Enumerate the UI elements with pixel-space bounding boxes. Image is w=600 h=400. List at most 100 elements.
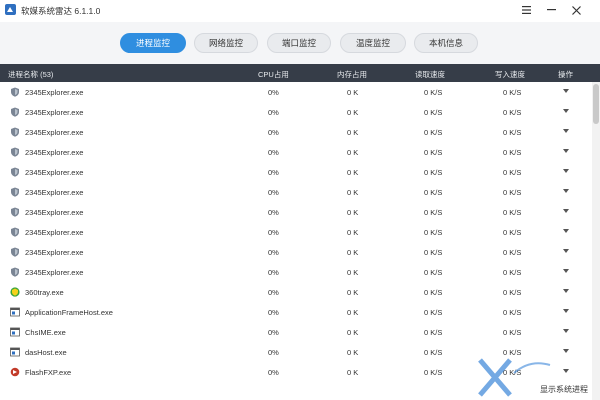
- vertical-scrollbar[interactable]: [592, 82, 600, 400]
- cpu-value: 0%: [268, 268, 279, 277]
- memory-value: 0 K: [347, 368, 359, 377]
- table-row[interactable]: 2345Explorer.exe 0% 0 K 0 K/S 0 K/S: [0, 122, 600, 142]
- memory-value: 0 K: [347, 128, 359, 137]
- row-action-dropdown-icon[interactable]: [563, 329, 569, 333]
- read-speed-value: 0 K/S: [424, 228, 443, 237]
- table-row[interactable]: 2345Explorer.exe 0% 0 K 0 K/S 0 K/S: [0, 182, 600, 202]
- cpu-value: 0%: [268, 348, 279, 357]
- memory-value: 0 K: [347, 328, 359, 337]
- table-row[interactable]: 2345Explorer.exe 0% 0 K 0 K/S 0 K/S: [0, 82, 600, 102]
- read-speed-value: 0 K/S: [424, 108, 443, 117]
- cpu-value: 0%: [268, 188, 279, 197]
- process-name: 2345Explorer.exe: [25, 248, 84, 257]
- minimize-icon[interactable]: [545, 4, 557, 16]
- cpu-value: 0%: [268, 88, 279, 97]
- cpu-value: 0%: [268, 328, 279, 337]
- shield-process-icon: [11, 207, 19, 217]
- tab-system-info[interactable]: 本机信息: [414, 33, 478, 53]
- table-row[interactable]: 2345Explorer.exe 0% 0 K 0 K/S 0 K/S: [0, 202, 600, 222]
- write-speed-value: 0 K/S: [503, 228, 522, 237]
- tab-port-monitor[interactable]: 端口监控: [267, 33, 331, 53]
- process-list: 2345Explorer.exe 0% 0 K 0 K/S 0 K/S 2345…: [0, 82, 600, 400]
- memory-value: 0 K: [347, 88, 359, 97]
- tab-network-monitor[interactable]: 网络监控: [194, 33, 258, 53]
- process-name: 2345Explorer.exe: [25, 228, 84, 237]
- table-row[interactable]: 360tray.exe 0% 0 K 0 K/S 0 K/S: [0, 282, 600, 302]
- app-window-icon: [10, 307, 20, 317]
- scrollbar-thumb[interactable]: [593, 84, 599, 124]
- table-row[interactable]: 2345Explorer.exe 0% 0 K 0 K/S 0 K/S: [0, 222, 600, 242]
- process-name: ChsIME.exe: [25, 328, 66, 337]
- write-speed-value: 0 K/S: [503, 128, 522, 137]
- cpu-value: 0%: [268, 208, 279, 217]
- row-action-dropdown-icon[interactable]: [563, 349, 569, 353]
- row-action-dropdown-icon[interactable]: [563, 249, 569, 253]
- close-icon[interactable]: [570, 4, 582, 16]
- table-row[interactable]: 2345Explorer.exe 0% 0 K 0 K/S 0 K/S: [0, 142, 600, 162]
- memory-value: 0 K: [347, 288, 359, 297]
- cpu-value: 0%: [268, 308, 279, 317]
- header-cpu[interactable]: CPU占用: [258, 69, 289, 80]
- memory-value: 0 K: [347, 148, 359, 157]
- process-name: 2345Explorer.exe: [25, 108, 84, 117]
- tab-temperature-monitor[interactable]: 温度监控: [340, 33, 406, 53]
- cpu-value: 0%: [268, 128, 279, 137]
- table-row[interactable]: 2345Explorer.exe 0% 0 K 0 K/S 0 K/S: [0, 242, 600, 262]
- tab-bar: 进程监控 网络监控 端口监控 温度监控 本机信息: [0, 22, 600, 64]
- write-speed-value: 0 K/S: [503, 288, 522, 297]
- row-action-dropdown-icon[interactable]: [563, 289, 569, 293]
- write-speed-value: 0 K/S: [503, 168, 522, 177]
- memory-value: 0 K: [347, 248, 359, 257]
- row-action-dropdown-icon[interactable]: [563, 109, 569, 113]
- read-speed-value: 0 K/S: [424, 288, 443, 297]
- table-row[interactable]: 2345Explorer.exe 0% 0 K 0 K/S 0 K/S: [0, 262, 600, 282]
- cpu-value: 0%: [268, 288, 279, 297]
- read-speed-value: 0 K/S: [424, 328, 443, 337]
- write-speed-value: 0 K/S: [503, 188, 522, 197]
- process-name: 2345Explorer.exe: [25, 128, 84, 137]
- read-speed-value: 0 K/S: [424, 88, 443, 97]
- row-action-dropdown-icon[interactable]: [563, 309, 569, 313]
- cpu-value: 0%: [268, 368, 279, 377]
- shield-process-icon: [11, 167, 19, 177]
- read-speed-value: 0 K/S: [424, 268, 443, 277]
- process-name: 2345Explorer.exe: [25, 188, 84, 197]
- write-speed-value: 0 K/S: [503, 88, 522, 97]
- table-row[interactable]: 2345Explorer.exe 0% 0 K 0 K/S 0 K/S: [0, 102, 600, 122]
- memory-value: 0 K: [347, 208, 359, 217]
- app-title: 软媒系统雷达 6.1.1.0: [21, 6, 101, 16]
- shield-process-icon: [11, 227, 19, 237]
- cpu-value: 0%: [268, 148, 279, 157]
- memory-value: 0 K: [347, 168, 359, 177]
- header-read-speed[interactable]: 读取速度: [415, 69, 445, 80]
- shield-process-icon: [11, 187, 19, 197]
- memory-value: 0 K: [347, 108, 359, 117]
- row-action-dropdown-icon[interactable]: [563, 229, 569, 233]
- table-row[interactable]: 2345Explorer.exe 0% 0 K 0 K/S 0 K/S: [0, 162, 600, 182]
- menu-icon[interactable]: [520, 4, 532, 16]
- header-process-name[interactable]: 进程名称 (53): [8, 69, 53, 80]
- title-bar: 软媒系统雷达 6.1.1.0: [0, 0, 600, 22]
- process-name: dasHost.exe: [25, 348, 67, 357]
- header-write-speed[interactable]: 写入速度: [495, 69, 525, 80]
- table-row[interactable]: ChsIME.exe 0% 0 K 0 K/S 0 K/S: [0, 322, 600, 342]
- show-system-process-link[interactable]: 显示系统进程: [540, 384, 588, 395]
- read-speed-value: 0 K/S: [424, 348, 443, 357]
- radar-app-icon: [5, 4, 16, 15]
- process-name: 2345Explorer.exe: [25, 168, 84, 177]
- memory-value: 0 K: [347, 268, 359, 277]
- row-action-dropdown-icon[interactable]: [563, 149, 569, 153]
- row-action-dropdown-icon[interactable]: [563, 269, 569, 273]
- row-action-dropdown-icon[interactable]: [563, 209, 569, 213]
- row-action-dropdown-icon[interactable]: [563, 169, 569, 173]
- row-action-dropdown-icon[interactable]: [563, 89, 569, 93]
- write-speed-value: 0 K/S: [503, 248, 522, 257]
- app-window-icon: [10, 327, 20, 337]
- tab-process-monitor[interactable]: 进程监控: [120, 33, 186, 53]
- header-memory[interactable]: 内存占用: [337, 69, 367, 80]
- row-action-dropdown-icon[interactable]: [563, 129, 569, 133]
- table-row[interactable]: ApplicationFrameHost.exe 0% 0 K 0 K/S 0 …: [0, 302, 600, 322]
- write-speed-value: 0 K/S: [503, 148, 522, 157]
- shield-process-icon: [11, 247, 19, 257]
- row-action-dropdown-icon[interactable]: [563, 189, 569, 193]
